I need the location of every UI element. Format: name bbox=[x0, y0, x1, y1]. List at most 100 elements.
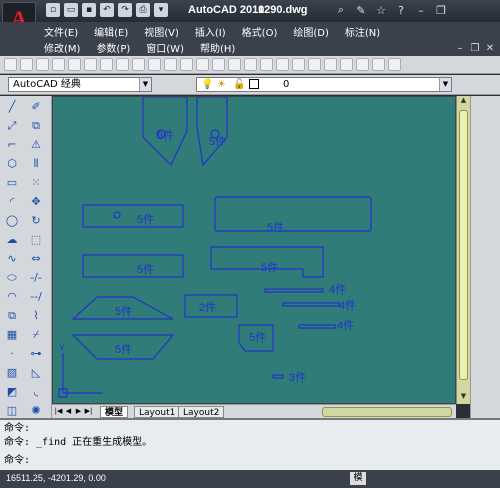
tb-zoom-icon[interactable] bbox=[244, 58, 257, 71]
tb-print-icon[interactable] bbox=[52, 58, 65, 71]
open-file-icon[interactable]: ▭ bbox=[64, 3, 78, 17]
tb-publish-icon[interactable] bbox=[84, 58, 97, 71]
tb-calc-icon[interactable] bbox=[372, 58, 385, 71]
vertical-scrollbar[interactable]: ▲ ▼ bbox=[456, 96, 470, 404]
prev-tab-icon[interactable]: ◀ bbox=[64, 406, 73, 417]
menu-dimension[interactable]: 标注(N) bbox=[345, 24, 380, 39]
qat-dropdown-icon[interactable]: ▾ bbox=[154, 3, 168, 17]
wrench-icon[interactable]: ✎ bbox=[354, 3, 368, 17]
doc-close-icon[interactable]: ✕ bbox=[484, 42, 496, 54]
menu-modify[interactable]: 修改(M) bbox=[44, 40, 80, 55]
stretch-icon[interactable]: ⇔ bbox=[28, 252, 44, 266]
restore-icon[interactable]: ❐ bbox=[434, 3, 448, 17]
scale-icon[interactable]: ⬚ bbox=[28, 233, 44, 247]
workspace-select[interactable]: AutoCAD 经典 ▼ bbox=[8, 77, 152, 92]
menu-edit[interactable]: 编辑(E) bbox=[94, 24, 128, 39]
menu-window[interactable]: 窗口(W) bbox=[146, 40, 184, 55]
tb-sheet-set-icon[interactable] bbox=[340, 58, 353, 71]
tb-zoom-prev-icon[interactable] bbox=[276, 58, 289, 71]
move-icon[interactable]: ✥ bbox=[28, 195, 44, 209]
make-block-icon[interactable]: ▦ bbox=[4, 328, 20, 342]
break-point-icon[interactable]: ⌇ bbox=[28, 309, 44, 323]
binoculars-icon[interactable]: ⌕ bbox=[334, 3, 348, 17]
print-icon[interactable]: ⎙ bbox=[136, 3, 150, 17]
tb-paste-icon[interactable] bbox=[148, 58, 161, 71]
layer-select[interactable]: 💡 ☀ 🔓 0 ▼ bbox=[196, 77, 452, 92]
drawing-area[interactable]: 5件 5件 5件 5件 5件 5件 4件 4件 4件 5件 2件 5件 5件 3… bbox=[52, 96, 456, 404]
save-icon[interactable]: ▪ bbox=[82, 3, 96, 17]
horizontal-scrollbar[interactable] bbox=[322, 407, 452, 417]
menu-view[interactable]: 视图(V) bbox=[144, 24, 179, 39]
menu-help[interactable]: 帮助(H) bbox=[200, 40, 235, 55]
star-icon[interactable]: ☆ bbox=[374, 3, 388, 17]
line-icon[interactable]: ╱ bbox=[4, 100, 20, 114]
trim-icon[interactable]: -/- bbox=[28, 271, 44, 285]
offset-icon[interactable]: ⫴ bbox=[28, 157, 44, 171]
chamfer-icon[interactable]: ◺ bbox=[28, 366, 44, 380]
tb-design-center-icon[interactable] bbox=[308, 58, 321, 71]
tb-pan-icon[interactable] bbox=[228, 58, 241, 71]
tb-new-icon[interactable] bbox=[4, 58, 17, 71]
scroll-thumb[interactable] bbox=[459, 110, 468, 380]
ellipse-arc-icon[interactable]: ◠ bbox=[4, 290, 20, 304]
spline-icon[interactable]: ∿ bbox=[4, 252, 20, 266]
first-tab-icon[interactable]: |◀ bbox=[54, 406, 63, 417]
tb-help-icon[interactable] bbox=[388, 58, 401, 71]
scroll-up-icon[interactable]: ▲ bbox=[457, 96, 470, 108]
rotate-icon[interactable]: ↻ bbox=[28, 214, 44, 228]
tab-layout2[interactable]: Layout2 bbox=[178, 406, 225, 418]
revcloud-icon[interactable]: ☁ bbox=[4, 233, 20, 247]
tb-zoom-window-icon[interactable] bbox=[260, 58, 273, 71]
tb-save-icon[interactable] bbox=[36, 58, 49, 71]
point-icon[interactable]: · bbox=[4, 347, 20, 361]
break-icon[interactable]: ⌿ bbox=[28, 328, 44, 342]
doc-minimize-icon[interactable]: – bbox=[454, 42, 466, 54]
next-tab-icon[interactable]: ▶ bbox=[74, 406, 83, 417]
last-tab-icon[interactable]: ▶| bbox=[84, 406, 93, 417]
gradient-icon[interactable]: ◩ bbox=[4, 385, 20, 399]
command-input[interactable]: 命令: bbox=[4, 454, 30, 468]
new-file-icon[interactable]: ▫ bbox=[46, 3, 60, 17]
tb-redo-icon[interactable] bbox=[212, 58, 225, 71]
redo-icon[interactable]: ↷ bbox=[118, 3, 132, 17]
fillet-icon[interactable]: ◟ bbox=[28, 385, 44, 399]
array-icon[interactable]: ⁙ bbox=[28, 176, 44, 190]
region-icon[interactable]: ◫ bbox=[4, 404, 20, 418]
model-space-button[interactable]: 模 bbox=[350, 472, 366, 485]
tab-model[interactable]: 模型 bbox=[100, 406, 129, 418]
chevron-down-icon[interactable]: ▼ bbox=[139, 78, 151, 91]
tb-undo-icon[interactable] bbox=[196, 58, 209, 71]
tb-preview-icon[interactable] bbox=[68, 58, 81, 71]
tb-open-icon[interactable] bbox=[20, 58, 33, 71]
ellipse-icon[interactable]: ⬭ bbox=[4, 271, 20, 285]
construction-line-icon[interactable]: ⤢ bbox=[4, 119, 20, 133]
tb-copy-icon[interactable] bbox=[132, 58, 145, 71]
erase-icon[interactable]: ✐ bbox=[28, 100, 44, 114]
polygon-icon[interactable]: ⬡ bbox=[4, 157, 20, 171]
scroll-down-icon[interactable]: ▼ bbox=[457, 392, 470, 404]
help-icon[interactable]: ? bbox=[394, 3, 408, 17]
copy-icon[interactable]: ⧉ bbox=[28, 119, 44, 133]
tb-3d-icon[interactable] bbox=[100, 58, 113, 71]
menu-file[interactable]: 文件(E) bbox=[44, 24, 78, 39]
tab-layout1[interactable]: Layout1 bbox=[134, 406, 181, 418]
explode-icon[interactable]: ✺ bbox=[28, 404, 44, 418]
arc-icon[interactable]: ◜ bbox=[4, 195, 20, 209]
join-icon[interactable]: ⊶ bbox=[28, 347, 44, 361]
tb-cut-icon[interactable] bbox=[116, 58, 129, 71]
hatch-icon[interactable]: ▨ bbox=[4, 366, 20, 380]
circle-icon[interactable]: ◯ bbox=[4, 214, 20, 228]
extend-icon[interactable]: --/ bbox=[28, 290, 44, 304]
insert-block-icon[interactable]: ⧉ bbox=[4, 309, 20, 323]
minimize-icon[interactable]: – bbox=[414, 3, 428, 17]
doc-restore-icon[interactable]: ❐ bbox=[469, 42, 481, 54]
menu-insert[interactable]: 插入(I) bbox=[195, 24, 226, 39]
tb-match-icon[interactable] bbox=[164, 58, 177, 71]
polyline-icon[interactable]: ⌐ bbox=[4, 138, 20, 152]
mirror-icon[interactable]: ⚠ bbox=[28, 138, 44, 152]
tb-palettes-icon[interactable] bbox=[324, 58, 337, 71]
menu-draw[interactable]: 绘图(D) bbox=[293, 24, 329, 39]
menu-format[interactable]: 格式(O) bbox=[242, 24, 278, 39]
menu-parametric[interactable]: 参数(P) bbox=[96, 40, 130, 55]
tb-markup-icon[interactable] bbox=[356, 58, 369, 71]
